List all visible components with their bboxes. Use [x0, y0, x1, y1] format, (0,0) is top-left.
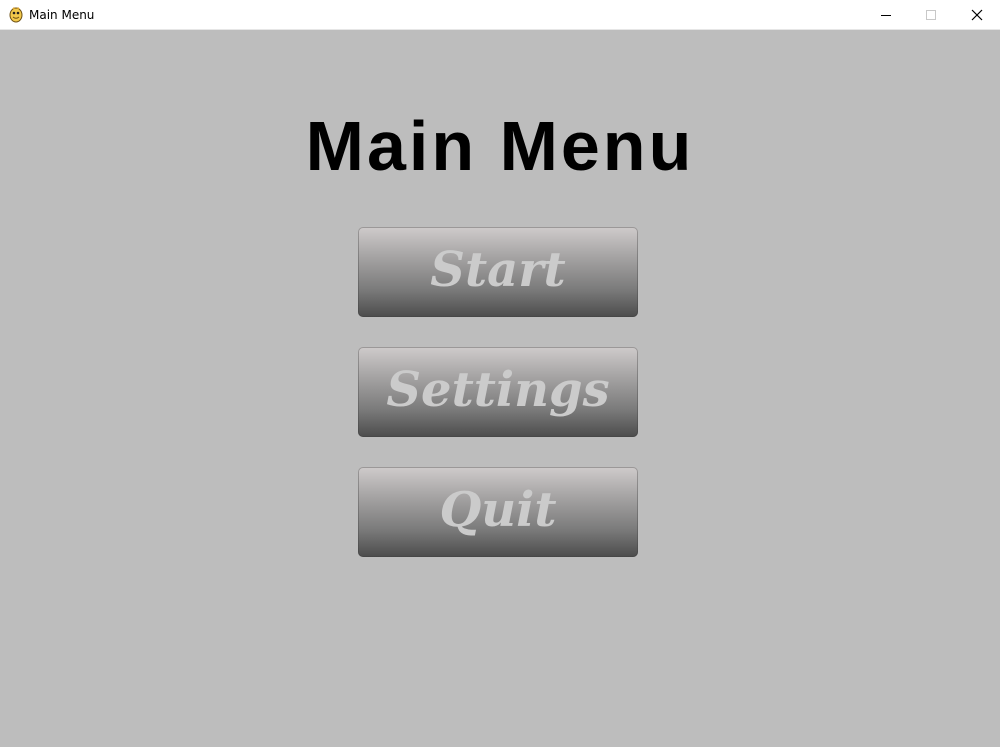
start-button-label: Start: [430, 242, 566, 298]
maximize-icon: [926, 9, 936, 20]
title-bar[interactable]: Main Menu: [0, 0, 1000, 30]
start-button[interactable]: Start: [358, 227, 638, 317]
minimize-button[interactable]: [863, 0, 909, 29]
close-icon: [971, 9, 983, 20]
python-snake-icon: [9, 7, 23, 23]
close-button[interactable]: [954, 0, 1000, 29]
game-window: Main Menu Main Menu Start Settings Quit: [0, 0, 1000, 747]
page-title: Main Menu: [305, 107, 695, 185]
quit-button[interactable]: Quit: [358, 467, 638, 557]
maximize-button[interactable]: [908, 0, 954, 29]
settings-button-label: Settings: [386, 362, 610, 418]
quit-button-label: Quit: [439, 482, 557, 538]
window-title: Main Menu: [29, 8, 95, 22]
minimize-icon: [881, 14, 891, 16]
settings-button[interactable]: Settings: [358, 347, 638, 437]
